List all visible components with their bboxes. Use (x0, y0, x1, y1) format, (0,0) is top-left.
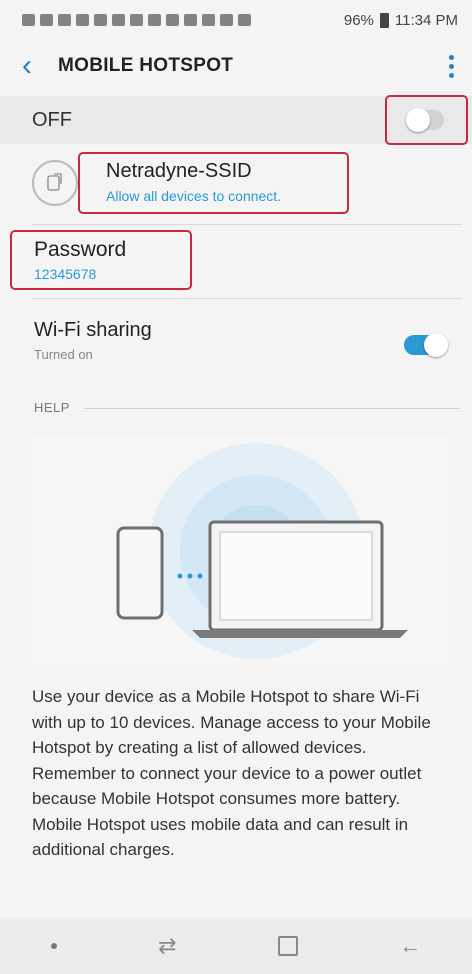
highlight-box-password (10, 230, 192, 290)
recent-apps-icon[interactable]: ⇄ (158, 933, 176, 959)
page-title: MOBILE HOTSPOT (58, 55, 234, 76)
back-arrow-icon[interactable]: ← (399, 933, 421, 959)
help-section-label: HELP (34, 400, 70, 415)
hotspot-state-label: OFF (32, 108, 72, 131)
notification-icons (22, 14, 251, 26)
notification-icon (40, 14, 53, 26)
wifi-icon (220, 14, 233, 26)
wifi-sharing-label: Wi-Fi sharing (34, 319, 152, 341)
nav-dot-icon[interactable] (50, 943, 57, 949)
signal-icon (238, 14, 251, 26)
clock: 11:34 PM (394, 11, 458, 29)
help-description: Use your device as a Mobile Hotspot to s… (32, 687, 431, 859)
battery-icon (379, 12, 389, 28)
battery-percent: 96% (343, 11, 374, 29)
notification-icon (166, 14, 179, 26)
notification-icon (148, 14, 161, 26)
hotspot-illustration (30, 436, 450, 666)
notification-icon (76, 14, 89, 26)
more-options-icon[interactable] (448, 54, 454, 78)
notification-icon (22, 14, 35, 26)
divider (32, 298, 462, 299)
divider (32, 224, 462, 225)
back-icon[interactable]: ‹ (22, 51, 32, 81)
app-header: ‹ MOBILE HOTSPOT (0, 40, 472, 92)
bluetooth-icon (202, 14, 215, 26)
wifi-sharing-row[interactable]: Wi-Fi sharing Turned on (0, 305, 472, 377)
highlight-box-ssid (78, 152, 349, 214)
status-bar: 96% 11:34 PM (0, 0, 472, 40)
divider (84, 408, 460, 409)
wifi-sharing-status: Turned on (34, 347, 93, 362)
notification-icon (130, 14, 143, 26)
notification-icon (94, 14, 107, 26)
qr-share-icon[interactable] (32, 160, 78, 206)
home-icon[interactable] (277, 936, 298, 956)
highlight-box-toggle (385, 95, 468, 145)
notification-icon (112, 14, 125, 26)
notification-icon (184, 14, 197, 26)
navigation-bar: ⇄ ← (0, 918, 472, 974)
notification-icon (58, 14, 71, 26)
wifi-sharing-toggle[interactable] (404, 333, 448, 357)
